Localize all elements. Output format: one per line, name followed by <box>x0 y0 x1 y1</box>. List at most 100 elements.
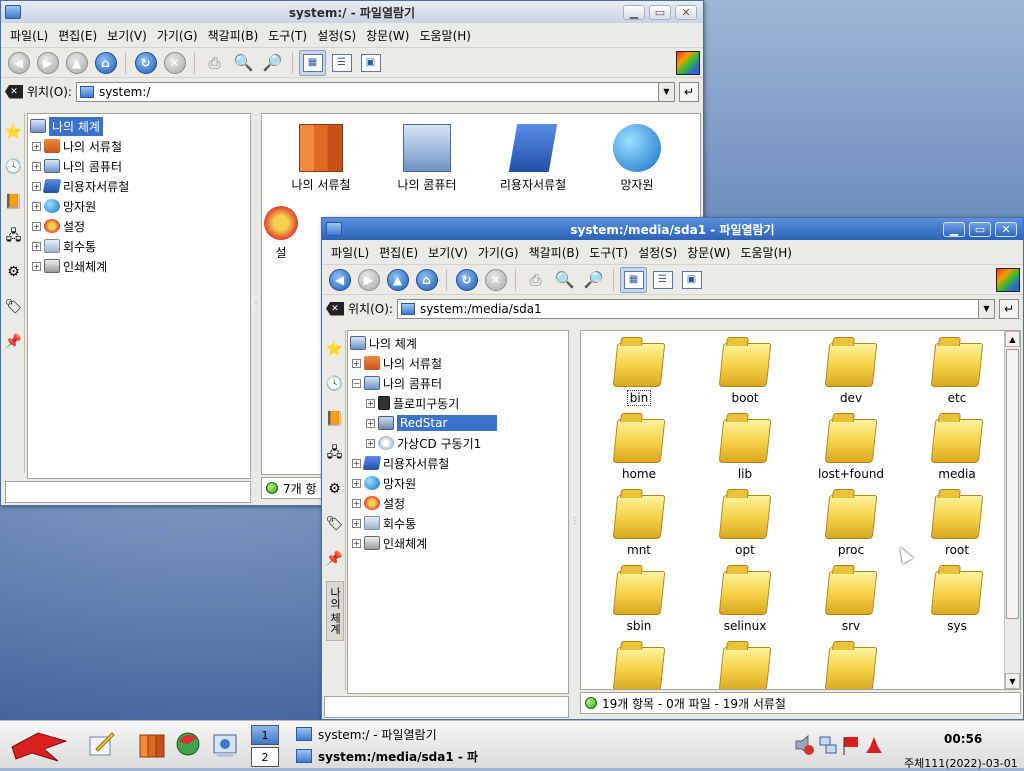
menu-go[interactable]: 가기(G) <box>473 244 524 261</box>
menu-window[interactable]: 창문(W) <box>361 27 414 44</box>
tree-item[interactable]: + 나의 콤퓨터 <box>28 156 250 176</box>
menu-go[interactable]: 가기(G) <box>152 27 203 44</box>
folder-item[interactable]: lost+found <box>798 419 904 481</box>
print-button[interactable]: ⎙ <box>522 267 549 293</box>
menu-settings[interactable]: 설정(S) <box>633 244 682 261</box>
pin-tab[interactable]: 📌 <box>5 329 23 355</box>
clock[interactable]: 00:56 <box>944 732 982 746</box>
folder-item[interactable]: srv <box>798 571 904 633</box>
menu-file[interactable]: 파일(L) <box>326 244 374 261</box>
forward-button[interactable]: ▶ <box>34 50 61 76</box>
title-bar[interactable]: system:/media/sda1 - 파일열람기 ▁ ▭ ✕ <box>322 218 1023 240</box>
tree-item[interactable]: + 회수통 <box>348 513 568 533</box>
clear-location-icon[interactable]: ✕ <box>5 84 23 99</box>
tree-item[interactable]: + 나의 서류철 <box>28 136 250 156</box>
documents-tab[interactable]: 📙 <box>5 189 23 215</box>
expand-icon[interactable]: + <box>32 141 41 151</box>
media-launcher[interactable] <box>210 729 240 759</box>
scrollbar-thumb[interactable] <box>1006 349 1019 619</box>
expand-icon[interactable]: + <box>352 518 361 528</box>
home-button[interactable]: ⌂ <box>92 50 119 76</box>
folder-item[interactable]: media <box>904 419 1010 481</box>
pane-splitter[interactable]: ⋮ <box>571 330 579 710</box>
close-button[interactable]: ✕ <box>675 4 697 20</box>
preview-button[interactable]: ▣ <box>357 50 384 76</box>
expand-icon[interactable]: + <box>32 161 41 171</box>
folder-item[interactable]: proc <box>798 495 904 557</box>
folder-item[interactable]: root <box>904 495 1010 557</box>
services-tab[interactable]: ⚙ <box>326 476 344 502</box>
zoom-out-button[interactable]: 🔎 <box>259 50 286 76</box>
detail-view-button[interactable]: ☰ <box>649 267 676 293</box>
window-icon[interactable] <box>5 5 21 19</box>
menu-view[interactable]: 보기(V) <box>423 244 473 261</box>
expand-icon[interactable]: + <box>352 498 361 508</box>
tree-item[interactable]: + 망자원 <box>348 473 568 493</box>
stop-button[interactable]: ✕ <box>482 267 509 293</box>
minimize-button[interactable]: ▁ <box>943 221 965 237</box>
folder-item[interactable]: bin <box>586 343 692 406</box>
scroll-up-button[interactable]: ▲ <box>1005 331 1020 347</box>
folder-item[interactable] <box>586 647 692 689</box>
expand-icon[interactable]: + <box>32 201 41 211</box>
menu-bookmarks[interactable]: 책갈피(B) <box>203 27 264 44</box>
menu-window[interactable]: 창문(W) <box>682 244 735 261</box>
folder-item[interactable] <box>692 647 798 689</box>
pin-tab[interactable]: 📌 <box>326 546 344 572</box>
folder-item[interactable]: dev <box>798 343 904 405</box>
tree-item[interactable]: + RedStar <box>348 413 568 433</box>
pane-splitter[interactable]: ⋮ <box>252 113 260 493</box>
minimize-button[interactable]: ▁ <box>623 4 645 20</box>
detail-view-button[interactable]: ☰ <box>328 50 355 76</box>
location-dropdown[interactable]: ▼ <box>978 299 994 318</box>
icon-view-button[interactable]: ▦ <box>299 49 326 76</box>
folder-item[interactable]: mnt <box>586 495 692 557</box>
file-icon-documents[interactable]: 나의 서류철 <box>268 124 374 193</box>
expand-icon[interactable]: + <box>32 241 41 251</box>
tree-item[interactable]: + 망자원 <box>28 196 250 216</box>
reload-button[interactable]: ↻ <box>132 50 159 76</box>
tree-item[interactable]: + 설정 <box>348 493 568 513</box>
tree-item[interactable]: + 인쇄체계 <box>28 256 250 276</box>
folder-item[interactable]: boot <box>692 343 798 405</box>
file-icon-computer[interactable]: 나의 콤퓨터 <box>374 124 480 193</box>
expand-icon[interactable]: + <box>352 358 361 368</box>
expand-icon[interactable]: + <box>366 438 375 448</box>
tree-item[interactable]: + 나의 서류철 <box>348 353 568 373</box>
clear-location-icon[interactable]: ✕ <box>326 301 344 316</box>
location-input[interactable]: system:/ ▼ <box>75 81 675 102</box>
documents-tab[interactable]: 📙 <box>326 406 344 432</box>
text-editor-launcher[interactable] <box>86 729 116 759</box>
desktop-pager-2[interactable]: 2 <box>251 747 279 767</box>
tree-item[interactable]: + 회수통 <box>28 236 250 256</box>
tags-tab[interactable]: 🏷 <box>5 294 23 320</box>
tree-item[interactable]: + 가상CD 구동기1 <box>348 433 568 453</box>
forward-button[interactable]: ▶ <box>355 267 382 293</box>
folder-item[interactable]: sys <box>904 571 1010 633</box>
tab-my-system[interactable]: 나의 체계 <box>325 581 344 641</box>
menu-settings[interactable]: 설정(S) <box>312 27 361 44</box>
menu-edit[interactable]: 편집(E) <box>374 244 423 261</box>
menu-view[interactable]: 보기(V) <box>102 27 152 44</box>
tree-item[interactable]: + 리용자서류철 <box>28 176 250 196</box>
maximize-button[interactable]: ▭ <box>649 4 671 20</box>
vertical-scrollbar[interactable]: ▲ ▼ <box>1004 331 1020 689</box>
tags-tab[interactable]: 🏷 <box>326 511 344 537</box>
tree-item[interactable]: 나의 체계 <box>348 333 568 353</box>
stop-button[interactable]: ✕ <box>161 50 188 76</box>
expand-icon[interactable]: + <box>366 398 375 408</box>
go-button[interactable]: ↵ <box>679 81 699 102</box>
up-button[interactable]: ▲ <box>384 267 411 293</box>
menu-help[interactable]: 도움말(H) <box>414 27 476 44</box>
start-menu-button[interactable] <box>8 727 70 763</box>
bookmarks-tab[interactable]: ⭐ <box>326 336 344 362</box>
expand-icon[interactable]: + <box>366 418 375 428</box>
browser-launcher[interactable] <box>174 730 202 758</box>
bookmarks-tab[interactable]: ⭐ <box>5 119 23 145</box>
expand-icon[interactable]: + <box>32 181 41 191</box>
tree-item[interactable]: + 리용자서류철 <box>348 453 568 473</box>
expand-icon[interactable]: + <box>32 221 41 231</box>
expand-icon[interactable]: + <box>352 478 361 488</box>
volume-muted-icon[interactable] <box>795 734 814 756</box>
title-bar[interactable]: system:/ - 파일열람기 ▁ ▭ ✕ <box>1 1 703 23</box>
